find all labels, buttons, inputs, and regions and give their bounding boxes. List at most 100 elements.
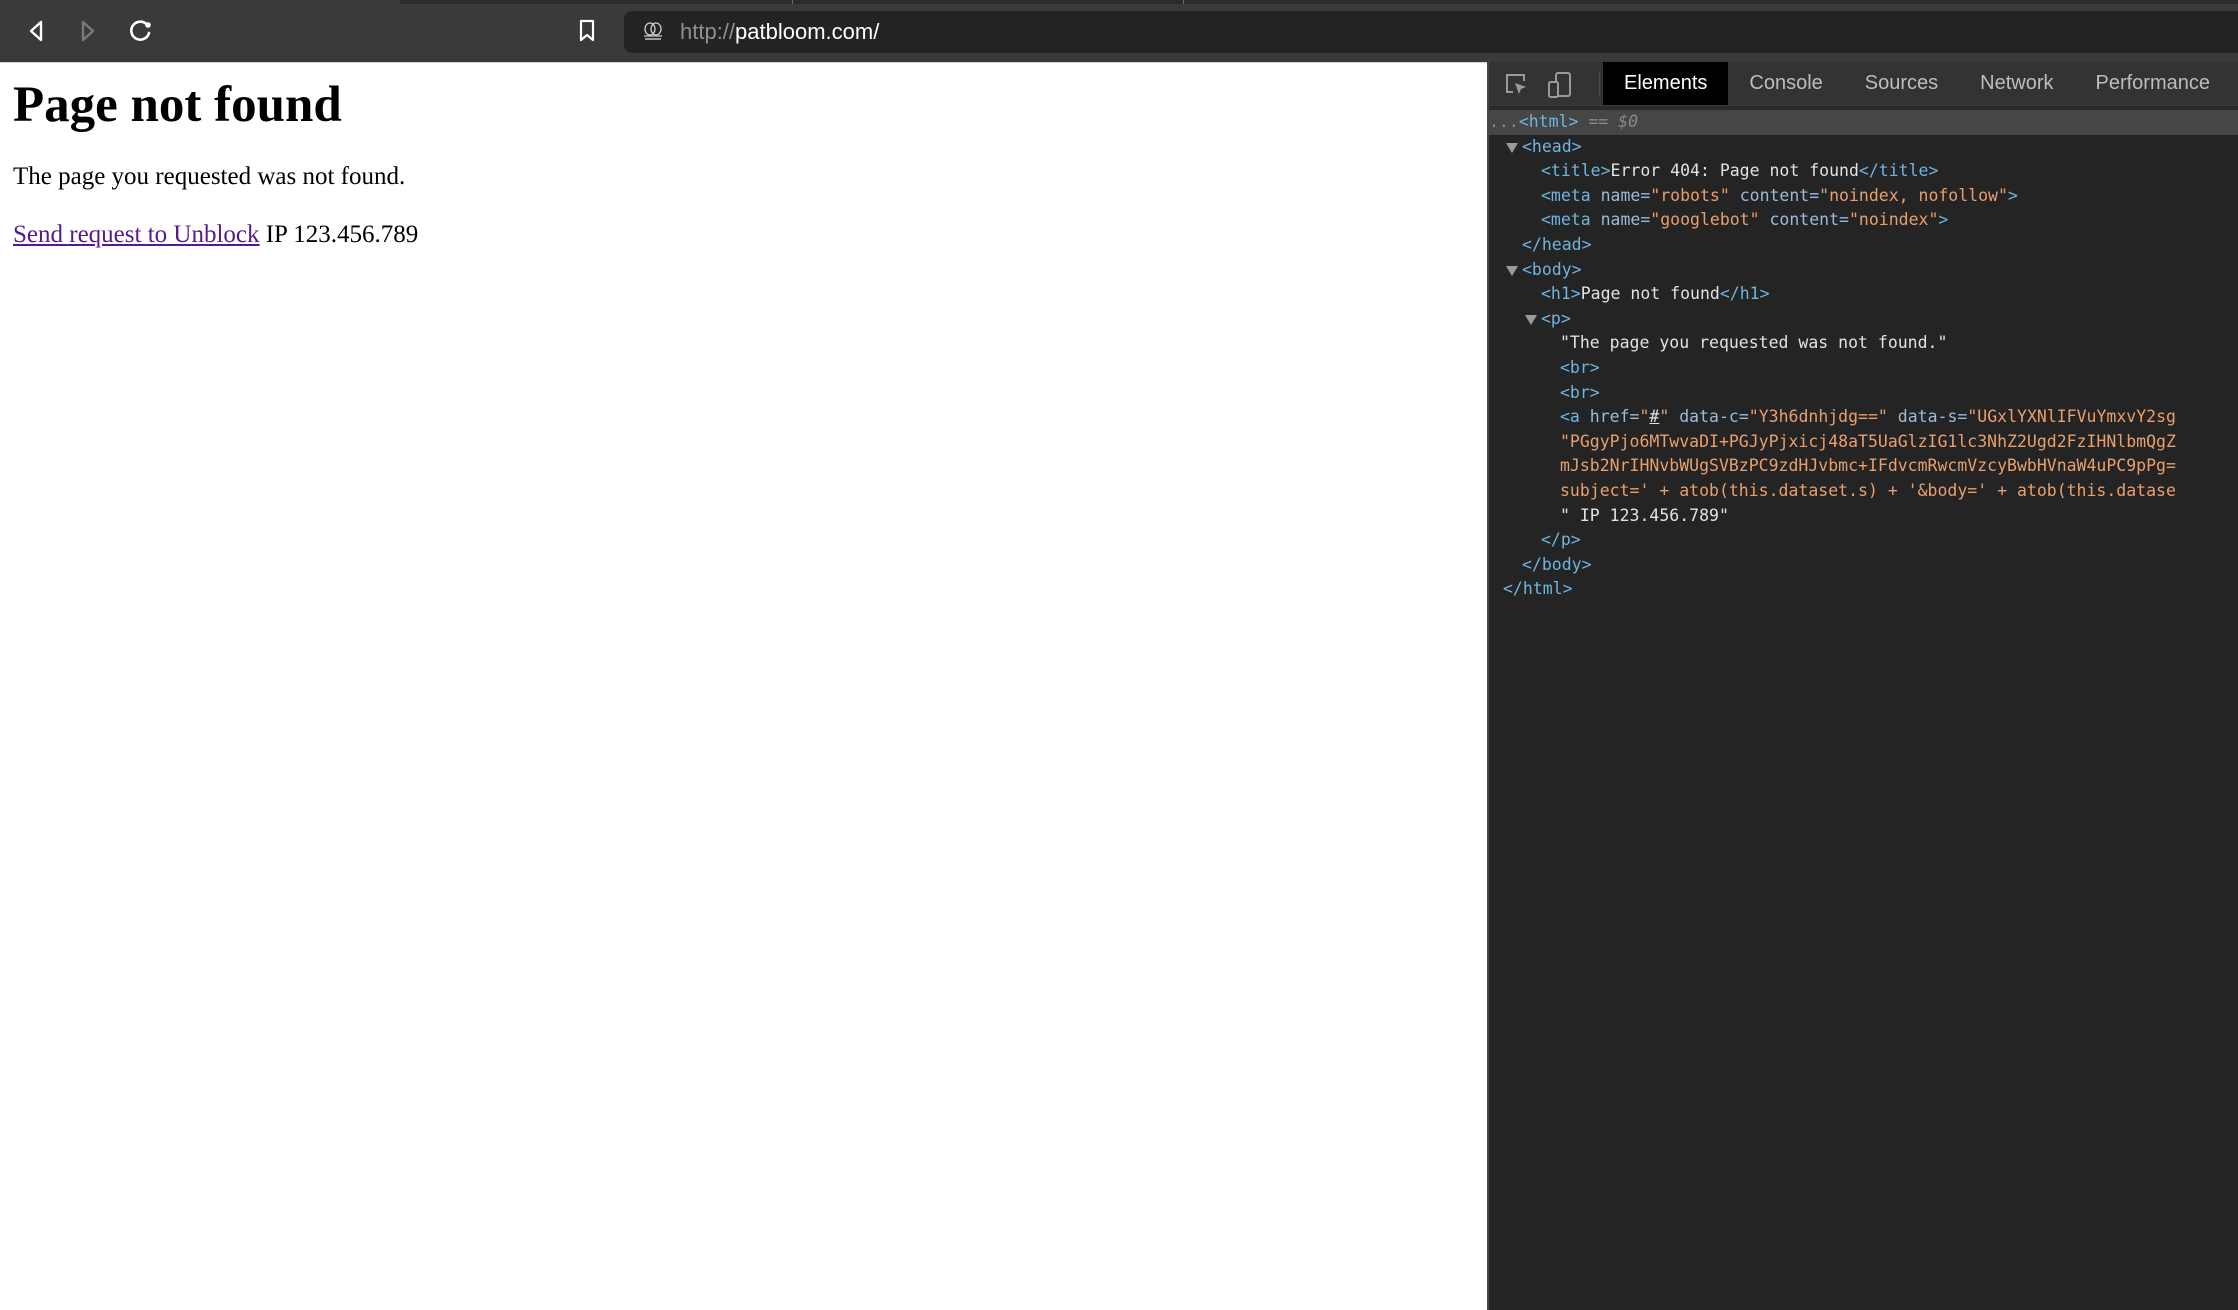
h1-text: Page not found (1580, 284, 1720, 304)
expand-triangle-icon[interactable] (1506, 142, 1518, 153)
attr-value: "Y3h6dnhjdg==" (1748, 407, 1888, 427)
devtools-panel: Elements Console Sources Network Perform… (1487, 62, 2238, 1310)
reload-button[interactable] (124, 14, 158, 48)
br-tag: <br> (1560, 357, 1600, 377)
tab-console[interactable]: Console (1728, 62, 1843, 105)
dom-node-br[interactable]: <br> (1489, 381, 2238, 406)
head-close-tag: </head> (1522, 234, 1592, 254)
text-node: "The page you requested was not found." (1560, 333, 1948, 353)
selected-node-marker: == $0 (1578, 112, 1639, 131)
meta-tag: <meta (1541, 185, 1591, 205)
forward-arrow-icon (78, 19, 98, 43)
attr-value: "UGxlYXNlIFVuYmxvY2sg (1967, 407, 2176, 427)
dom-node-p[interactable]: <p> (1489, 307, 2238, 332)
dom-node-a-continuation[interactable]: mJsb2NrIHNvbWUgSVBzPC9zdHJvbmc+IFdvcmRwc… (1489, 454, 2238, 479)
attr-value: "PGgyPjo6MTwvaDI+PGJyPjxicj48aT5UaGlzIG1… (1560, 431, 2176, 451)
attr-name: name= (1590, 185, 1651, 205)
url-scheme: http:// (680, 19, 736, 44)
url-host: patbloom.com/ (735, 19, 880, 44)
back-button[interactable] (19, 14, 53, 48)
device-toolbar-icon[interactable] (1547, 71, 1573, 98)
html-close-tag: </html> (1503, 579, 1573, 599)
dom-node-html[interactable]: ...<html> == $0 (1489, 110, 2238, 135)
tab-separator (792, 0, 793, 4)
tab-strip (0, 0, 2238, 4)
unblock-request-link[interactable]: Send request to Unblock (13, 221, 259, 248)
forward-button[interactable] (71, 14, 105, 48)
devtools-tabs: Elements Console Sources Network Perform… (1603, 62, 2238, 105)
title-text: Error 404: Page not found (1610, 161, 1859, 181)
page-content: Page not found The page you requested wa… (0, 74, 1487, 249)
patbloom-logo-icon (642, 21, 664, 43)
browser-toolbar: http://patbloom.com/ (0, 0, 2238, 62)
dom-node-head[interactable]: <head> (1489, 135, 2238, 160)
h1-close-tag: </h1> (1719, 284, 1770, 304)
dom-node-body[interactable]: <body> (1489, 258, 2238, 283)
br-tag: <br> (1560, 382, 1600, 402)
p-close-tag: </p> (1541, 530, 1581, 550)
page-message-paragraph: The page you requested was not found. Se… (13, 162, 1474, 249)
meta-tag: <meta (1541, 210, 1591, 230)
dom-node-body-close[interactable]: </body> (1489, 553, 2238, 578)
toolbar-divider (1599, 72, 1600, 96)
body-close-tag: </body> (1522, 554, 1592, 574)
dom-node-title[interactable]: <title>Error 404: Page not found</title> (1489, 159, 2238, 184)
ip-address-text: IP 123.456.789 (259, 221, 419, 248)
tab-separator (1183, 0, 1184, 4)
tab-network[interactable]: Network (1959, 62, 2074, 105)
a-open-tag: <a (1560, 407, 1580, 427)
tab-more-truncated[interactable]: M (2231, 62, 2238, 105)
body-open-tag: <body> (1522, 259, 1582, 279)
attr-quote: " (1639, 407, 1650, 427)
dom-node-h1[interactable]: <h1>Page not found</h1> (1489, 282, 2238, 307)
tab-elements[interactable]: Elements (1603, 62, 1729, 105)
bookmark-icon (577, 18, 597, 44)
dom-tree: ...<html> == $0 <head> <title>Error 404:… (1489, 110, 2238, 602)
url-text[interactable]: http://patbloom.com/ (680, 19, 879, 45)
attr-value: mJsb2NrIHNvbWUgSVBzPC9zdHJvbmc+IFdvcmRwc… (1560, 456, 2176, 476)
dom-node-a-continuation[interactable]: "PGgyPjo6MTwvaDI+PGJyPjxicj48aT5UaGlzIG1… (1489, 430, 2238, 455)
attr-value: "robots" (1650, 185, 1730, 205)
dom-node-meta-robots[interactable]: <meta name="robots" content="noindex, no… (1489, 184, 2238, 209)
tab-sources[interactable]: Sources (1844, 62, 1959, 105)
text-node: " IP 123.456.789" (1560, 505, 1729, 525)
attr-value: "noindex" (1848, 210, 1939, 230)
tag-close: > (1938, 210, 1949, 230)
active-tab-edge[interactable] (0, 0, 400, 4)
inspect-element-icon[interactable] (1503, 71, 1529, 97)
head-open-tag: <head> (1522, 136, 1582, 156)
tab-performance[interactable]: Performance (2075, 62, 2232, 105)
html-open-tag: <html> (1518, 112, 1579, 131)
expand-triangle-icon[interactable] (1506, 265, 1518, 276)
dom-node-a[interactable]: <a href="#" data-c="Y3h6dnhjdg==" data-s… (1489, 405, 2238, 430)
breadcrumb-ellipsis: ... (1489, 112, 1519, 131)
attr-name: content= (1729, 185, 1820, 205)
attr-value: subject=' + atob(this.dataset.s) + '&bod… (1560, 480, 2176, 500)
href-link-value[interactable]: # (1649, 407, 1659, 426)
not-found-message: The page you requested was not found. (13, 163, 406, 190)
title-open-tag: <title> (1541, 161, 1611, 181)
dom-node-head-close[interactable]: </head> (1489, 233, 2238, 258)
dom-node-ip-text[interactable]: " IP 123.456.789" (1489, 504, 2238, 529)
devtools-toolbar: Elements Console Sources Network Perform… (1489, 62, 2238, 106)
attr-name: content= (1759, 210, 1849, 230)
bookmark-button[interactable] (570, 14, 604, 48)
attr-name: href= (1579, 407, 1640, 427)
reload-icon (128, 18, 154, 44)
dom-node-a-continuation[interactable]: subject=' + atob(this.dataset.s) + '&bod… (1489, 479, 2238, 504)
back-arrow-icon (26, 19, 46, 43)
attr-value: "noindex, nofollow" (1819, 185, 2008, 205)
dom-node-br[interactable]: <br> (1489, 356, 2238, 381)
attr-quote: " (1659, 407, 1670, 427)
dom-node-html-close[interactable]: </html> (1489, 577, 2238, 602)
address-bar[interactable]: http://patbloom.com/ (624, 11, 2238, 53)
dom-node-p-close[interactable]: </p> (1489, 528, 2238, 553)
attr-value: "googlebot" (1650, 210, 1760, 230)
dom-node-text[interactable]: "The page you requested was not found." (1489, 331, 2238, 356)
expand-triangle-icon[interactable] (1525, 314, 1537, 325)
tag-close: > (2007, 185, 2018, 205)
dom-node-meta-googlebot[interactable]: <meta name="googlebot" content="noindex"… (1489, 208, 2238, 233)
attr-name: data-c= (1669, 407, 1749, 427)
attr-name: data-s= (1887, 407, 1968, 427)
p-open-tag: <p> (1541, 308, 1571, 328)
